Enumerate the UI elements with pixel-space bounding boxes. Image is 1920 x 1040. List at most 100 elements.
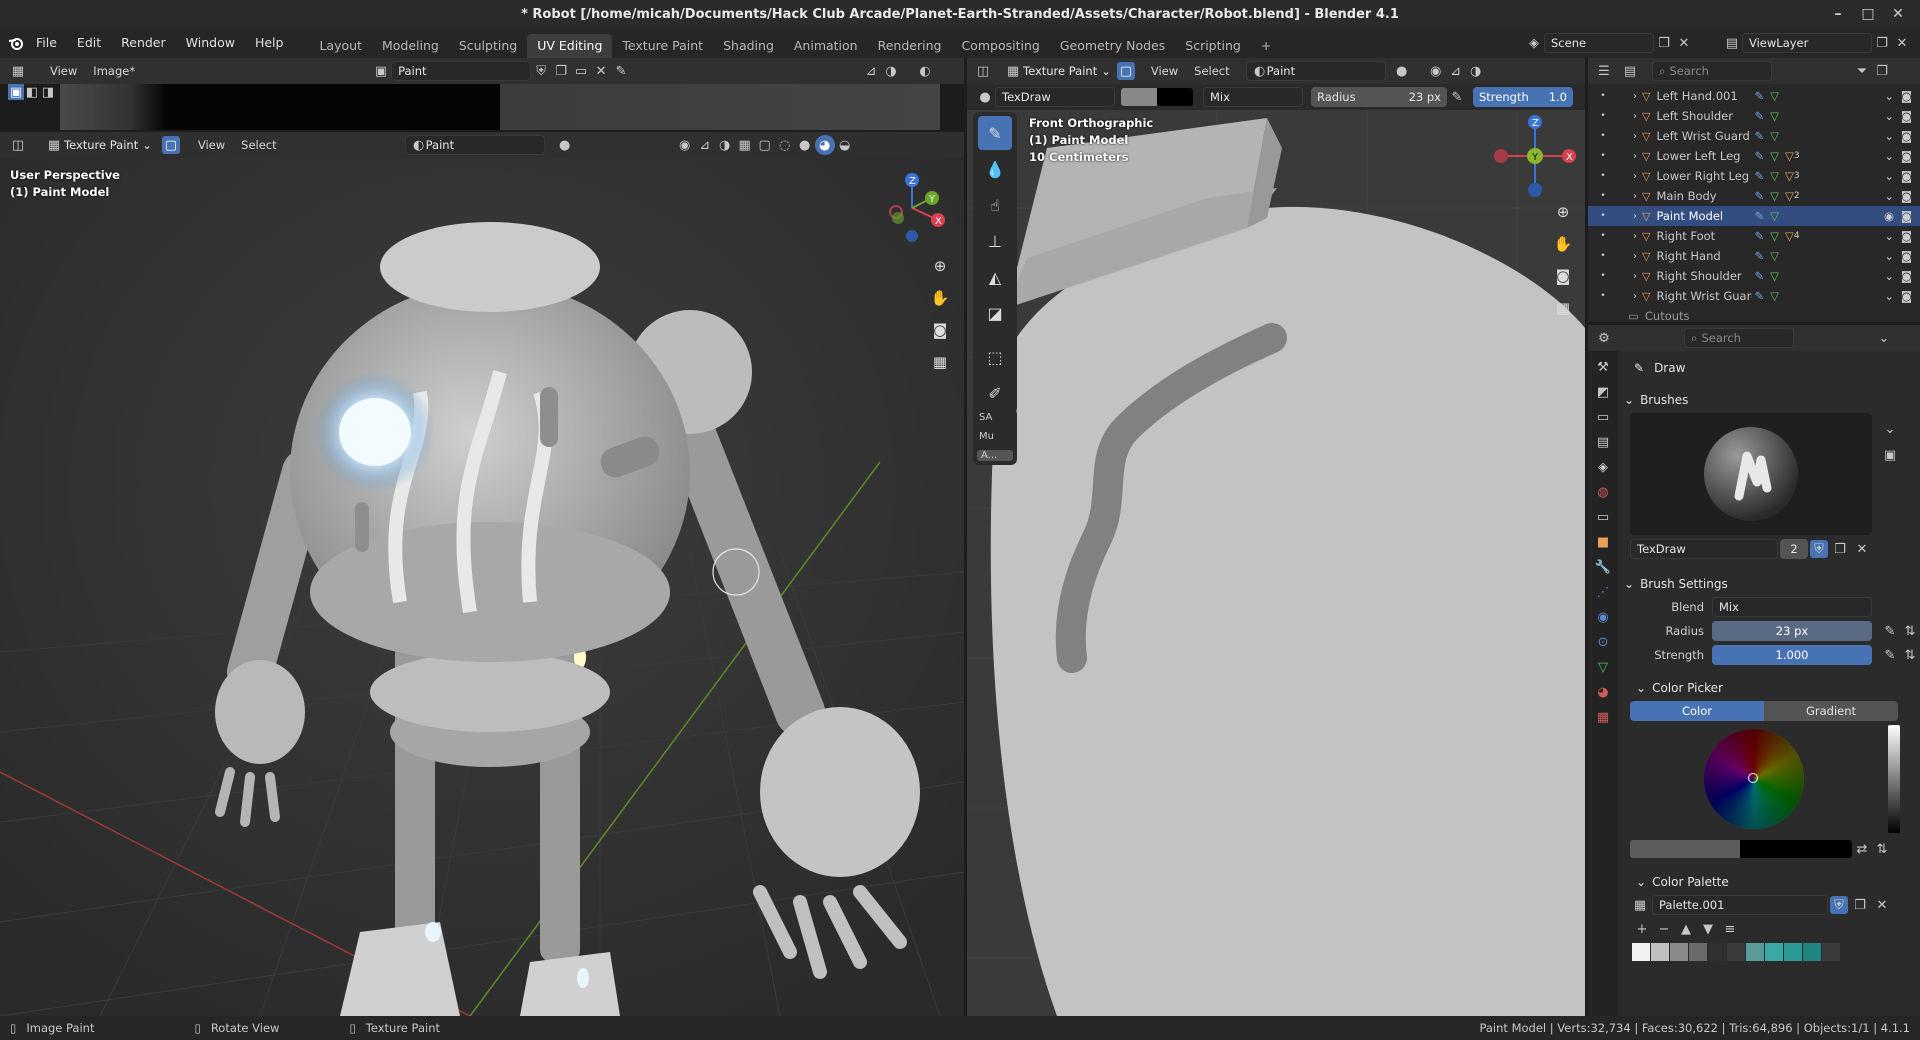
object-tab-icon[interactable]: ■ bbox=[1593, 532, 1613, 552]
tab-modeling[interactable]: Modeling bbox=[372, 34, 449, 58]
tab-uv-editing[interactable]: UV Editing bbox=[527, 34, 613, 58]
gizmo-icon[interactable]: ⊿ bbox=[1446, 61, 1466, 81]
palette-browse-icon[interactable]: ▦ bbox=[1630, 895, 1650, 915]
palette-swatch[interactable] bbox=[1727, 943, 1745, 961]
tab-geometry-nodes[interactable]: Geometry Nodes bbox=[1050, 34, 1175, 58]
palette-swatch[interactable] bbox=[1651, 943, 1669, 961]
add-workspace-button[interactable]: + bbox=[1251, 34, 1281, 58]
physics-tab-icon[interactable]: ◉ bbox=[1593, 607, 1613, 627]
image-mode-field[interactable]: Paint bbox=[391, 61, 532, 81]
visibility-eye-icon[interactable]: ◉ bbox=[1884, 209, 1894, 223]
annotate-icon[interactable]: ✐ bbox=[978, 376, 1012, 410]
duplicate-palette-icon[interactable]: ❐ bbox=[1850, 895, 1870, 915]
render-tab-icon[interactable]: ◩ bbox=[1593, 382, 1613, 402]
filter-icon[interactable]: ⏷ bbox=[1852, 61, 1872, 81]
secondary-color-field[interactable] bbox=[1740, 840, 1852, 858]
view-layer-field[interactable]: ViewLayer bbox=[1742, 33, 1872, 53]
pressure-icon[interactable]: ✎ bbox=[1880, 621, 1900, 641]
outliner-row-name[interactable]: Right Hand bbox=[1656, 249, 1752, 263]
fill-icon[interactable]: ◭ bbox=[978, 260, 1012, 294]
box-select-icon[interactable]: ⬚ bbox=[978, 340, 1012, 374]
outliner-row[interactable]: • › ▽ Lower Left Leg ✎ ▽ ▽ 3 ⌄ ◙ bbox=[1588, 146, 1920, 166]
render-camera-icon[interactable]: ◙ bbox=[1901, 129, 1912, 143]
outliner-row[interactable]: • › ▽ Main Body ✎ ▽ ▽ 2 ⌄ ◙ bbox=[1588, 186, 1920, 206]
outliner-row-name[interactable]: Paint Model bbox=[1656, 209, 1752, 223]
unlink-palette-icon[interactable]: ✕ bbox=[1872, 895, 1892, 915]
world-tab-icon[interactable]: ◍ bbox=[1593, 482, 1613, 502]
editor-type-icon[interactable]: ⚙ bbox=[1594, 328, 1614, 348]
data-tab-icon[interactable]: ▽ bbox=[1593, 657, 1613, 677]
tab-compositing[interactable]: Compositing bbox=[951, 34, 1049, 58]
outliner-row-name[interactable]: Left Hand.001 bbox=[1656, 89, 1752, 103]
texture-tab-icon[interactable]: ▦ bbox=[1593, 707, 1613, 727]
material-shading-icon[interactable]: ◕ bbox=[814, 135, 835, 155]
color-cursor[interactable] bbox=[1748, 773, 1758, 783]
render-camera-icon[interactable]: ◙ bbox=[1901, 249, 1912, 263]
collection-tab-icon[interactable]: ▭ bbox=[1593, 507, 1613, 527]
overlay-icon[interactable]: ◑ bbox=[715, 135, 735, 155]
outliner-search[interactable]: ⌕ Search bbox=[1652, 61, 1772, 81]
outliner-collection-row[interactable]: ▭ Cutouts bbox=[1588, 306, 1920, 326]
menu-render[interactable]: Render bbox=[111, 28, 176, 58]
palette-swatch[interactable] bbox=[1708, 943, 1726, 961]
display-channels-icon[interactable]: ◐ bbox=[915, 61, 935, 81]
minimize-button[interactable]: – bbox=[1828, 4, 1848, 24]
outliner-row[interactable]: • › ▽ Left Wrist Guard ✎ ▽ ⌄ ◙ bbox=[1588, 126, 1920, 146]
menu-help[interactable]: Help bbox=[245, 28, 294, 58]
outliner-row-name[interactable]: Left Wrist Guard bbox=[1656, 129, 1752, 143]
radius-field[interactable]: Radius 23 px bbox=[1311, 87, 1447, 107]
open-image-icon[interactable]: ▭ bbox=[571, 61, 591, 81]
gizmo-icon[interactable]: ⊿ bbox=[695, 135, 715, 155]
tool-option-a[interactable]: A... bbox=[977, 450, 1013, 461]
blend-mode-dropdown[interactable]: Mix bbox=[1203, 87, 1303, 107]
xray-icon[interactable]: ▢ bbox=[755, 135, 775, 155]
expand-chevron-icon[interactable]: › bbox=[1628, 146, 1642, 166]
outliner-row-name[interactable]: Main Body bbox=[1656, 189, 1752, 203]
draw-brush-icon[interactable]: ✎ bbox=[978, 116, 1012, 150]
palette-swatch[interactable] bbox=[1803, 943, 1821, 961]
select-menu[interactable]: Select bbox=[233, 138, 284, 152]
visibility-eye-icon[interactable]: ⌄ bbox=[1884, 229, 1894, 243]
scene-tab-icon[interactable]: ◈ bbox=[1593, 457, 1613, 477]
fake-user-shield-icon[interactable]: ⛨ bbox=[1830, 896, 1848, 914]
brush-thumbnail[interactable] bbox=[1630, 413, 1872, 535]
outliner-row[interactable]: • › ▽ Paint Model ✎ ▽ ◉ ◙ bbox=[1588, 206, 1920, 226]
mode-dropdown[interactable]: ▦ Texture Paint ⌄ bbox=[38, 135, 158, 155]
outliner-row-name[interactable]: Right Wrist Guard bbox=[1656, 289, 1752, 303]
outliner-row[interactable]: • › ▽ Lower Right Leg ✎ ▽ ▽ 3 ⌄ ◙ bbox=[1588, 166, 1920, 186]
grid-icon[interactable]: ▦ bbox=[735, 135, 755, 155]
tab-animation[interactable]: Animation bbox=[784, 34, 868, 58]
outliner-row[interactable]: • › ▽ Left Hand.001 ✎ ▽ ⌄ ◙ bbox=[1588, 86, 1920, 106]
visibility-eye-icon[interactable]: ⌄ bbox=[1884, 89, 1894, 103]
expand-chevron-icon[interactable]: › bbox=[1628, 166, 1642, 186]
tab-sculpting[interactable]: Sculpting bbox=[449, 34, 527, 58]
brush-falloff-icon[interactable]: ● bbox=[555, 135, 575, 155]
editor-type-icon[interactable]: ◫ bbox=[8, 135, 28, 155]
move-up-icon[interactable]: ▲ bbox=[1676, 919, 1696, 939]
radius-slider[interactable]: 23 px bbox=[1712, 621, 1872, 641]
palette-swatch[interactable] bbox=[1670, 943, 1688, 961]
sort-icon[interactable]: ≡ bbox=[1720, 919, 1740, 939]
tool-tab-icon[interactable]: ⚒ bbox=[1593, 357, 1613, 377]
rendered-shading-icon[interactable]: ◒ bbox=[835, 135, 855, 155]
tab-texture-paint[interactable]: Texture Paint bbox=[612, 34, 713, 58]
view-layer-icon[interactable]: ▤ bbox=[1722, 33, 1742, 53]
camera-icon[interactable]: ◙ bbox=[926, 316, 954, 344]
solid-shading-icon[interactable]: ● bbox=[795, 135, 815, 155]
render-camera-icon[interactable]: ◙ bbox=[1901, 289, 1912, 303]
duplicate-image-icon[interactable]: ❐ bbox=[551, 61, 571, 81]
menu-file[interactable]: File bbox=[26, 28, 67, 58]
select-subtract-icon[interactable]: ◨ bbox=[40, 84, 56, 100]
blend-dropdown[interactable]: Mix bbox=[1712, 597, 1872, 617]
new-scene-icon[interactable]: ❐ bbox=[1654, 33, 1674, 53]
palette-swatch[interactable] bbox=[1689, 943, 1707, 961]
axis-gizmo[interactable]: Z X Y bbox=[876, 168, 956, 248]
unified-icon[interactable]: ⇅ bbox=[1900, 645, 1920, 665]
brush-image-icon[interactable]: ▣ bbox=[1880, 445, 1900, 465]
brushes-panel-header[interactable]: ⌄ Brushes bbox=[1624, 387, 1914, 413]
scene-field[interactable]: Scene bbox=[1544, 33, 1654, 53]
view-menu[interactable]: View bbox=[190, 138, 233, 152]
fake-user-shield-icon[interactable]: ⛨ bbox=[531, 61, 551, 81]
palette-name-field[interactable]: Palette.001 bbox=[1652, 895, 1828, 915]
display-mode-icon[interactable]: ▤ bbox=[1620, 61, 1640, 81]
